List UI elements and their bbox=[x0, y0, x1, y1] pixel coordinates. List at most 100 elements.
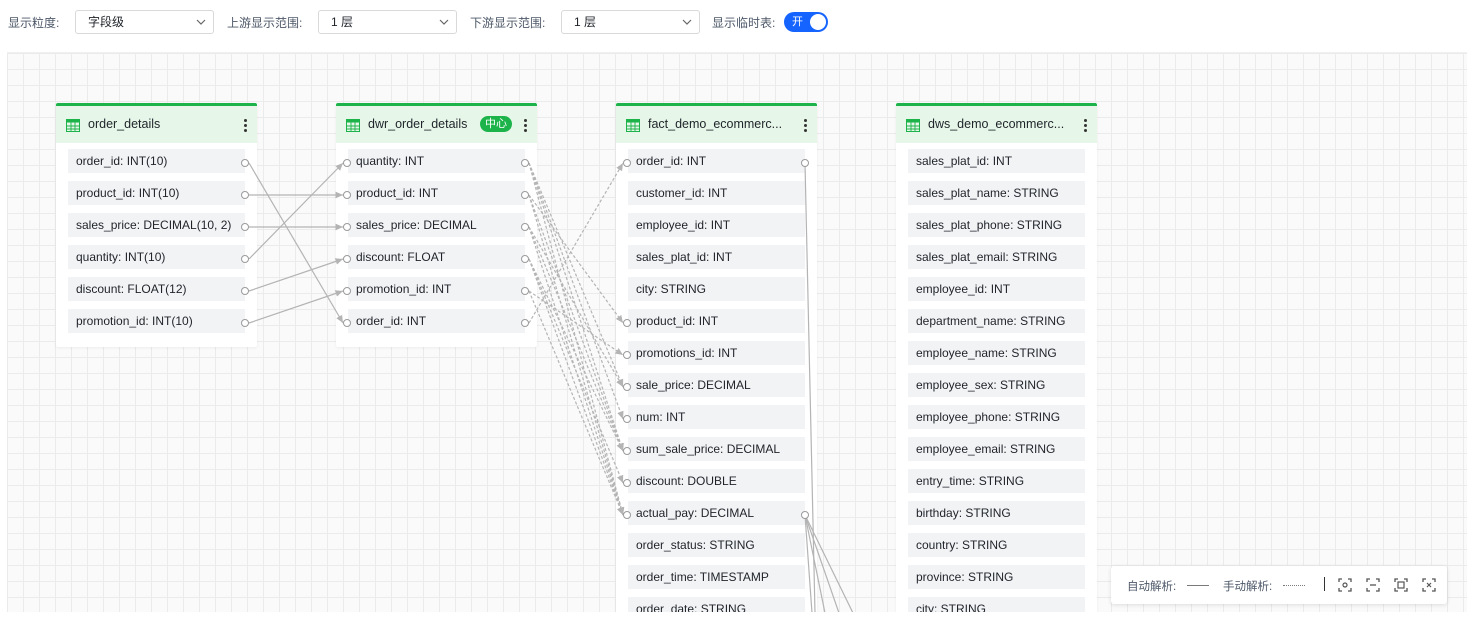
lineage-canvas[interactable]: order_details order_id: INT(10) product_id… bbox=[7, 52, 1467, 612]
lineage-edge-manual[interactable] bbox=[528, 226, 624, 388]
field-row[interactable]: discount: DOUBLE bbox=[628, 469, 805, 493]
connector-port[interactable] bbox=[521, 287, 529, 295]
field-row[interactable]: promotions_id: INT bbox=[628, 341, 805, 365]
field-row[interactable]: order_status: STRING bbox=[628, 533, 805, 557]
field-row[interactable]: employee_email: STRING bbox=[908, 437, 1085, 461]
table-node[interactable]: order_details order_id: INT(10) product_id… bbox=[56, 103, 257, 347]
field-row[interactable]: sales_price: DECIMAL(10, 2) bbox=[68, 213, 245, 237]
field-row[interactable]: sales_plat_email: STRING bbox=[908, 245, 1085, 269]
field-row[interactable]: sum_sale_price: DECIMAL bbox=[628, 437, 805, 461]
connector-port[interactable] bbox=[521, 255, 529, 263]
field-row[interactable]: city: STRING bbox=[908, 597, 1085, 612]
field-row[interactable]: product_id: INT bbox=[628, 309, 805, 333]
field-row[interactable]: quantity: INT(10) bbox=[68, 245, 245, 269]
connector-port[interactable] bbox=[241, 223, 249, 231]
table-node-header[interactable]: dws_demo_ecommerc... bbox=[896, 106, 1097, 143]
field-row[interactable]: sales_plat_name: STRING bbox=[908, 181, 1085, 205]
connector-port[interactable] bbox=[241, 287, 249, 295]
lineage-edge-manual[interactable] bbox=[528, 290, 624, 516]
field-row[interactable]: promotion_id: INT(10) bbox=[68, 309, 245, 333]
lineage-edge-manual[interactable] bbox=[528, 226, 624, 516]
field-row[interactable]: order_id: INT bbox=[628, 149, 805, 173]
connector-port[interactable] bbox=[343, 159, 351, 167]
field-row[interactable]: order_id: INT bbox=[348, 309, 525, 333]
connector-port[interactable] bbox=[623, 447, 631, 455]
connector-port[interactable] bbox=[801, 159, 809, 167]
table-node-header[interactable]: dwr_order_details 中心 bbox=[336, 106, 537, 143]
connector-port[interactable] bbox=[623, 479, 631, 487]
zoom-reset-icon[interactable] bbox=[1393, 577, 1409, 593]
field-row[interactable]: num: INT bbox=[628, 405, 805, 429]
field-row[interactable]: department_name: STRING bbox=[908, 309, 1085, 333]
lineage-edge-manual[interactable] bbox=[528, 162, 624, 452]
connector-port[interactable] bbox=[241, 191, 249, 199]
connector-port[interactable] bbox=[241, 159, 249, 167]
field-row[interactable]: province: STRING bbox=[908, 565, 1085, 589]
field-row[interactable]: product_id: INT(10) bbox=[68, 181, 245, 205]
connector-port[interactable] bbox=[623, 511, 631, 519]
table-node[interactable]: fact_demo_ecommerc... order_id: INT custom… bbox=[616, 103, 817, 612]
field-row[interactable]: employee_name: STRING bbox=[908, 341, 1085, 365]
connector-port[interactable] bbox=[343, 255, 351, 263]
field-row[interactable]: sales_price: DECIMAL bbox=[348, 213, 525, 237]
field-row[interactable]: order_time: TIMESTAMP bbox=[628, 565, 805, 589]
field-row[interactable]: discount: FLOAT(12) bbox=[68, 277, 245, 301]
lineage-edge-manual[interactable] bbox=[528, 194, 625, 516]
table-node[interactable]: dws_demo_ecommerc... sales_plat_id: INT sa… bbox=[896, 103, 1097, 612]
connector-port[interactable] bbox=[623, 159, 631, 167]
lineage-edge-auto[interactable] bbox=[248, 290, 344, 324]
field-row[interactable]: customer_id: INT bbox=[628, 181, 805, 205]
lineage-edge-manual[interactable] bbox=[528, 258, 624, 516]
temp-table-toggle[interactable]: 开 bbox=[784, 12, 828, 32]
lineage-edge-manual[interactable] bbox=[528, 290, 624, 356]
lineage-edge-manual[interactable] bbox=[528, 194, 624, 452]
field-row[interactable]: sale_price: DECIMAL bbox=[628, 373, 805, 397]
field-row[interactable]: promotion_id: INT bbox=[348, 277, 525, 301]
field-row[interactable]: birthday: STRING bbox=[908, 501, 1085, 525]
connector-port[interactable] bbox=[623, 351, 631, 359]
more-options-icon[interactable] bbox=[522, 117, 528, 133]
upstream-select[interactable]: 1 层 bbox=[318, 10, 457, 34]
field-row[interactable]: sales_plat_id: INT bbox=[908, 149, 1085, 173]
connector-port[interactable] bbox=[343, 191, 351, 199]
field-row[interactable]: order_id: INT(10) bbox=[68, 149, 245, 173]
connector-port[interactable] bbox=[521, 191, 529, 199]
lineage-edge-manual[interactable] bbox=[528, 258, 624, 484]
field-row[interactable]: quantity: INT bbox=[348, 149, 525, 173]
lineage-edge-manual[interactable] bbox=[528, 162, 624, 388]
field-row[interactable]: employee_sex: STRING bbox=[908, 373, 1085, 397]
connector-port[interactable] bbox=[801, 511, 809, 519]
table-node-header[interactable]: order_details bbox=[56, 106, 257, 143]
lineage-edge-auto[interactable] bbox=[248, 162, 344, 324]
field-row[interactable]: employee_phone: STRING bbox=[908, 405, 1085, 429]
field-row[interactable]: product_id: INT bbox=[348, 181, 525, 205]
granularity-select[interactable]: 字段级 bbox=[75, 10, 214, 34]
fit-view-icon[interactable] bbox=[1337, 577, 1353, 593]
field-row[interactable]: employee_id: INT bbox=[628, 213, 805, 237]
lineage-edge-manual[interactable] bbox=[528, 258, 624, 452]
field-row[interactable]: sales_plat_phone: STRING bbox=[908, 213, 1085, 237]
connector-port[interactable] bbox=[343, 319, 351, 327]
connector-port[interactable] bbox=[623, 415, 631, 423]
lineage-edge-auto[interactable] bbox=[248, 258, 344, 292]
field-row[interactable]: entry_time: STRING bbox=[908, 469, 1085, 493]
lineage-edge-manual[interactable] bbox=[528, 162, 624, 324]
center-icon[interactable] bbox=[1365, 577, 1381, 593]
lineage-edge-manual[interactable] bbox=[528, 162, 624, 420]
field-row[interactable]: country: STRING bbox=[908, 533, 1085, 557]
more-options-icon[interactable] bbox=[1082, 117, 1088, 133]
connector-port[interactable] bbox=[241, 319, 249, 327]
downstream-select[interactable]: 1 层 bbox=[561, 10, 700, 34]
field-row[interactable]: order_date: STRING bbox=[628, 597, 805, 612]
connector-port[interactable] bbox=[521, 319, 529, 327]
connector-port[interactable] bbox=[521, 159, 529, 167]
more-options-icon[interactable] bbox=[242, 117, 248, 133]
fullscreen-icon[interactable] bbox=[1421, 577, 1437, 593]
connector-port[interactable] bbox=[623, 383, 631, 391]
lineage-edge-manual[interactable] bbox=[528, 162, 625, 516]
connector-port[interactable] bbox=[623, 319, 631, 327]
field-row[interactable]: city: STRING bbox=[628, 277, 805, 301]
more-options-icon[interactable] bbox=[802, 117, 808, 133]
field-row[interactable]: employee_id: INT bbox=[908, 277, 1085, 301]
lineage-edge-auto[interactable] bbox=[248, 162, 344, 260]
